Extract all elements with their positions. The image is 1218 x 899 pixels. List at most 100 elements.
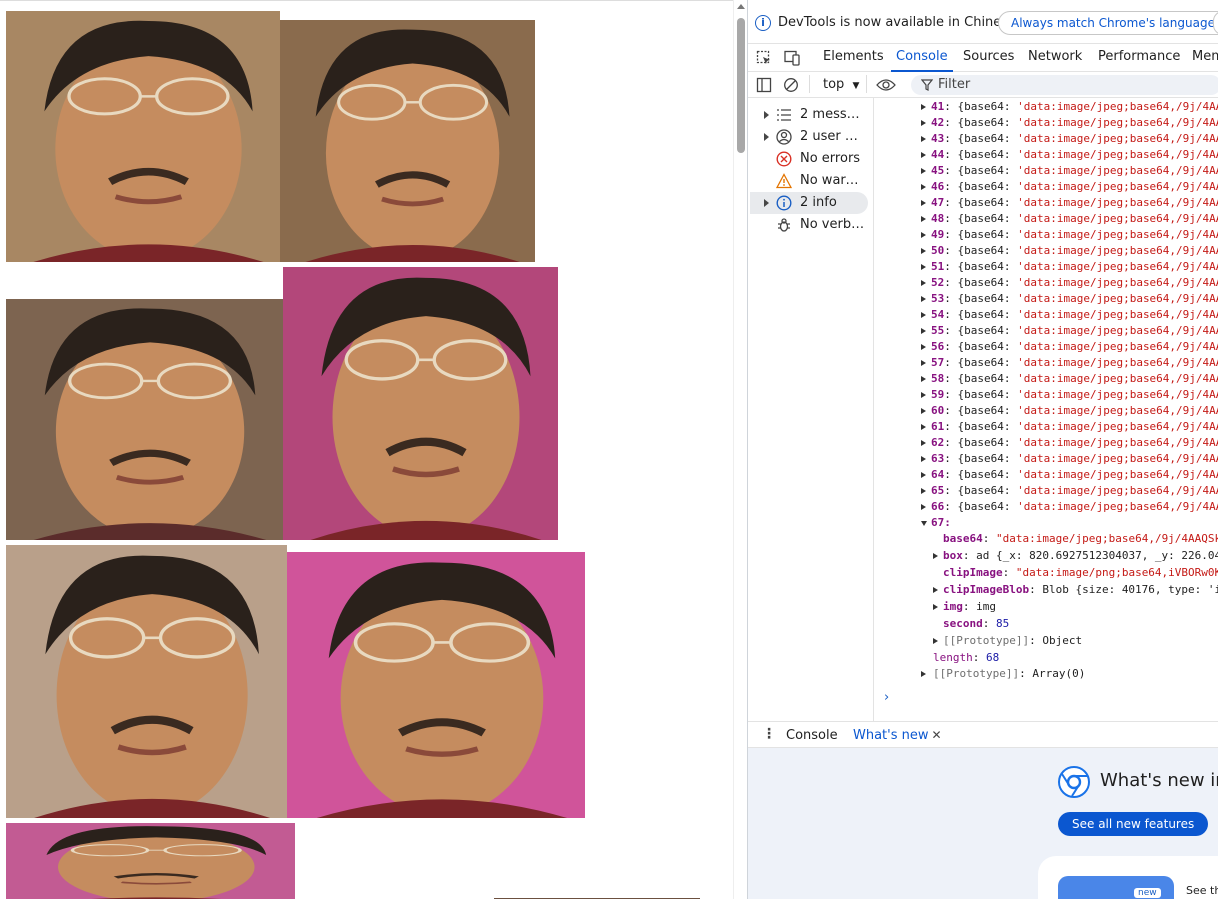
array-entry-row[interactable]: 56: {base64: 'data:image/jpeg;base64,/9j… xyxy=(921,339,1218,355)
sidebar-toggle-icon[interactable] xyxy=(756,77,772,93)
array-entry-row[interactable]: 57: {base64: 'data:image/jpeg;base64,/9j… xyxy=(921,355,1218,371)
sidebar-item-2[interactable]: No errors xyxy=(750,148,868,170)
see-all-features-button[interactable]: See all new features xyxy=(1058,812,1209,836)
console-output[interactable]: 41: {base64: 'data:image/jpeg;base64,/9j… xyxy=(875,98,1218,721)
console-prompt-icon[interactable]: › xyxy=(884,690,889,705)
close-icon[interactable]: ✕ xyxy=(932,728,942,742)
tab-console[interactable]: Console xyxy=(891,49,953,72)
property-row[interactable]: box: ad {_x: 820.6927512304037, _y: 226.… xyxy=(933,548,1218,564)
tab-performance[interactable]: Performance xyxy=(1098,49,1180,64)
inspect-element-icon[interactable] xyxy=(756,50,772,66)
sidebar-item-5[interactable]: No verbo… xyxy=(750,214,868,236)
expand-arrow-icon[interactable] xyxy=(764,199,769,207)
expand-arrow-icon[interactable] xyxy=(921,248,926,254)
array-entry-row[interactable]: 46: {base64: 'data:image/jpeg;base64,/9j… xyxy=(921,179,1218,195)
expand-arrow-icon[interactable] xyxy=(921,376,926,382)
drawer-tab-1[interactable]: What's new ✕ xyxy=(848,728,947,751)
expand-arrow-icon[interactable] xyxy=(921,344,926,350)
eye-icon[interactable] xyxy=(876,78,896,92)
array-entry-row[interactable]: 43: {base64: 'data:image/jpeg;base64,/9j… xyxy=(921,131,1218,147)
property-row[interactable]: base64: "data:image/jpeg;base64,/9j/4AAQ… xyxy=(933,531,1218,547)
expanded-entry-row[interactable]: 67: xyxy=(921,515,951,531)
scrollbar-thumb[interactable] xyxy=(737,18,745,153)
expand-arrow-icon[interactable] xyxy=(921,671,926,677)
drawer-tab-0[interactable]: Console xyxy=(786,728,838,743)
tab-network[interactable]: Network xyxy=(1028,49,1082,64)
expand-arrow-icon[interactable] xyxy=(933,638,938,644)
more-tabs-icon[interactable]: ⋮ xyxy=(762,727,776,741)
expand-arrow-icon[interactable] xyxy=(921,200,926,206)
array-entry-row[interactable]: 63: {base64: 'data:image/jpeg;base64,/9j… xyxy=(921,451,1218,467)
expand-arrow-icon[interactable] xyxy=(921,488,926,494)
property-row[interactable]: clipImage: "data:image/png;base64,iVBORw… xyxy=(933,565,1218,581)
device-toolbar-icon[interactable] xyxy=(783,50,801,66)
expand-arrow-icon[interactable] xyxy=(921,360,926,366)
array-entry-row[interactable]: 59: {base64: 'data:image/jpeg;base64,/9j… xyxy=(921,387,1218,403)
array-entry-row[interactable]: 60: {base64: 'data:image/jpeg;base64,/9j… xyxy=(921,403,1218,419)
array-entry-row[interactable]: 65: {base64: 'data:image/jpeg;base64,/9j… xyxy=(921,483,1218,499)
tab-sources[interactable]: Sources xyxy=(963,49,1014,64)
property-row[interactable]: second: 85 xyxy=(933,616,1009,632)
expand-arrow-icon[interactable] xyxy=(933,587,938,593)
array-entry-row[interactable]: 54: {base64: 'data:image/jpeg;base64,/9j… xyxy=(921,307,1218,323)
tab-mem[interactable]: Mem xyxy=(1192,49,1218,64)
prototype-row[interactable]: [[Prototype]]: Array(0) xyxy=(921,666,1085,682)
expand-arrow-icon[interactable] xyxy=(921,440,926,446)
array-entry-row[interactable]: 49: {base64: 'data:image/jpeg;base64,/9j… xyxy=(921,227,1218,243)
array-entry-row[interactable]: 42: {base64: 'data:image/jpeg;base64,/9j… xyxy=(921,115,1218,131)
array-entry-row[interactable]: 44: {base64: 'data:image/jpeg;base64,/9j… xyxy=(921,147,1218,163)
expand-arrow-icon[interactable] xyxy=(764,111,769,119)
array-entry-row[interactable]: 53: {base64: 'data:image/jpeg;base64,/9j… xyxy=(921,291,1218,307)
feature-card[interactable]: new See the xyxy=(1038,856,1218,899)
expand-arrow-icon[interactable] xyxy=(921,232,926,238)
sidebar-item-0[interactable]: 2 messag… xyxy=(750,104,868,126)
sidebar-item-4[interactable]: 2 info xyxy=(750,192,868,214)
array-entry-row[interactable]: 50: {base64: 'data:image/jpeg;base64,/9j… xyxy=(921,243,1218,259)
array-entry-row[interactable]: 47: {base64: 'data:image/jpeg;base64,/9j… xyxy=(921,195,1218,211)
sidebar-item-3[interactable]: No warni… xyxy=(750,170,868,192)
expand-arrow-icon[interactable] xyxy=(921,408,926,414)
property-row[interactable]: [[Prototype]]: Object xyxy=(933,633,1082,649)
expand-arrow-icon[interactable] xyxy=(921,184,926,190)
expand-arrow-icon[interactable] xyxy=(921,280,926,286)
page-scrollbar[interactable] xyxy=(733,0,747,899)
array-entry-row[interactable]: 66: {base64: 'data:image/jpeg;base64,/9j… xyxy=(921,499,1218,515)
expand-arrow-icon[interactable] xyxy=(921,504,926,510)
expand-arrow-icon[interactable] xyxy=(921,104,926,110)
array-entry-row[interactable]: 64: {base64: 'data:image/jpeg;base64,/9j… xyxy=(921,467,1218,483)
tab-elements[interactable]: Elements xyxy=(823,49,884,64)
clear-console-icon[interactable] xyxy=(783,77,799,93)
array-entry-row[interactable]: 51: {base64: 'data:image/jpeg;base64,/9j… xyxy=(921,259,1218,275)
expand-arrow-icon[interactable] xyxy=(921,424,926,430)
expand-arrow-icon[interactable] xyxy=(921,472,926,478)
array-entry-row[interactable]: 58: {base64: 'data:image/jpeg;base64,/9j… xyxy=(921,371,1218,387)
expand-arrow-icon[interactable] xyxy=(764,133,769,141)
collapse-arrow-icon[interactable] xyxy=(921,521,927,526)
expand-arrow-icon[interactable] xyxy=(933,604,938,610)
property-row[interactable]: clipImageBlob: Blob {size: 40176, type: … xyxy=(933,582,1218,598)
expand-arrow-icon[interactable] xyxy=(921,152,926,158)
always-match-language-button[interactable]: Always match Chrome's language xyxy=(998,11,1218,35)
sidebar-item-1[interactable]: 2 user m… xyxy=(750,126,868,148)
expand-arrow-icon[interactable] xyxy=(921,264,926,270)
expand-arrow-icon[interactable] xyxy=(921,168,926,174)
expand-arrow-icon[interactable] xyxy=(933,553,938,559)
array-entry-row[interactable]: 61: {base64: 'data:image/jpeg;base64,/9j… xyxy=(921,419,1218,435)
expand-arrow-icon[interactable] xyxy=(921,328,926,334)
expand-arrow-icon[interactable] xyxy=(921,216,926,222)
array-entry-row[interactable]: 48: {base64: 'data:image/jpeg;base64,/9j… xyxy=(921,211,1218,227)
property-row[interactable]: img: img xyxy=(933,599,996,615)
array-entry-row[interactable]: 41: {base64: 'data:image/jpeg;base64,/9j… xyxy=(921,99,1218,115)
expand-arrow-icon[interactable] xyxy=(921,296,926,302)
expand-arrow-icon[interactable] xyxy=(921,392,926,398)
expand-arrow-icon[interactable] xyxy=(921,120,926,126)
array-entry-row[interactable]: 55: {base64: 'data:image/jpeg;base64,/9j… xyxy=(921,323,1218,339)
array-entry-row[interactable]: 62: {base64: 'data:image/jpeg;base64,/9j… xyxy=(921,435,1218,451)
filter-input[interactable]: Filter xyxy=(911,75,1218,95)
array-entry-row[interactable]: 45: {base64: 'data:image/jpeg;base64,/9j… xyxy=(921,163,1218,179)
scroll-up-icon[interactable] xyxy=(737,4,745,9)
expand-arrow-icon[interactable] xyxy=(921,456,926,462)
array-entry-row[interactable]: 52: {base64: 'data:image/jpeg;base64,/9j… xyxy=(921,275,1218,291)
context-select[interactable]: top ▼ xyxy=(823,77,859,92)
expand-arrow-icon[interactable] xyxy=(921,312,926,318)
